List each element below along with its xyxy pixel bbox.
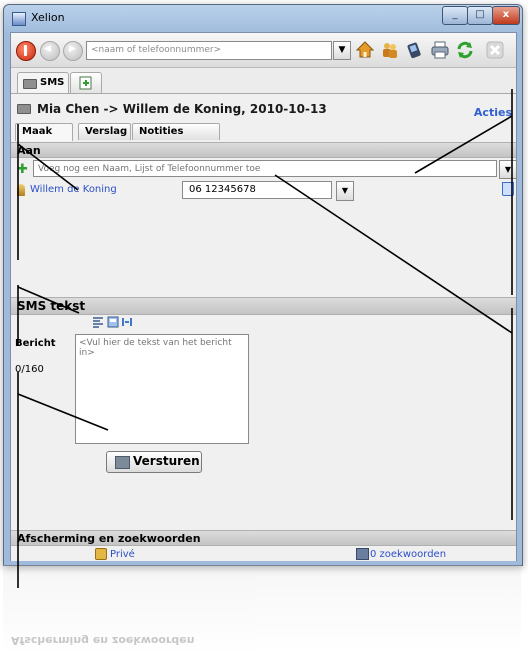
tab-notities[interactable]: Notities xyxy=(132,123,220,140)
client-area: ▼ xyxy=(10,32,517,561)
add-recipient-icon[interactable]: ✚ xyxy=(17,162,28,177)
recipient-dropdown-button[interactable]: ▼ xyxy=(499,160,517,179)
sms-phone-icon xyxy=(23,79,37,89)
main-tabs: SMS xyxy=(11,68,516,93)
remove-recipient-icon[interactable] xyxy=(502,182,514,196)
window-title: Xelion xyxy=(31,11,65,24)
back-icon[interactable] xyxy=(40,41,60,61)
lock-icon xyxy=(95,548,107,560)
app-icon xyxy=(12,12,26,26)
forward-icon[interactable] xyxy=(63,41,83,61)
tab-sms-label: SMS xyxy=(40,77,65,88)
template-icon[interactable] xyxy=(107,316,119,328)
afscherming-section-header: Afscherming en zoekwoorden xyxy=(11,530,516,546)
acties-link[interactable]: Acties xyxy=(474,106,512,119)
search-input[interactable] xyxy=(87,42,325,58)
contacts-icon[interactable] xyxy=(381,41,399,59)
refresh-icon[interactable] xyxy=(456,41,474,59)
application-window: Xelion _ □ x ▼ xyxy=(3,4,523,566)
tab-new[interactable] xyxy=(70,72,102,93)
sms-panel: Mia Chen -> Willem de Koning, 2010-10-13… xyxy=(11,93,517,561)
toolbar: ▼ xyxy=(11,33,516,68)
close-window-button[interactable]: x xyxy=(492,6,520,25)
sms-header-icon xyxy=(17,104,31,114)
window-reflection: Afscherming en zoekwoorden xyxy=(3,565,521,653)
home-icon[interactable] xyxy=(356,41,374,59)
contact-link[interactable]: Willem de Koning xyxy=(30,184,117,195)
phone-icon[interactable] xyxy=(406,41,424,59)
print-icon[interactable] xyxy=(431,41,449,59)
minimize-button[interactable]: _ xyxy=(442,6,468,25)
tab-sms[interactable]: SMS xyxy=(17,72,69,93)
search-box[interactable] xyxy=(86,41,332,60)
align-icon[interactable] xyxy=(92,316,104,328)
search-dropdown-button[interactable]: ▼ xyxy=(333,41,351,60)
tab-verslag[interactable]: Verslag xyxy=(78,123,131,140)
prive-link[interactable]: Privé xyxy=(110,549,135,560)
phone-number-select[interactable]: 06 12345678 xyxy=(182,181,332,199)
keywords-link[interactable]: 0 zoekwoorden xyxy=(370,549,446,560)
title-bar[interactable]: Xelion _ □ x xyxy=(4,5,522,31)
insert-field-icon[interactable] xyxy=(121,316,133,328)
recipient-input[interactable] xyxy=(33,160,497,177)
sms-text-section-header: SMS tekst xyxy=(11,297,516,315)
send-button-label: Versturen xyxy=(133,454,200,468)
bericht-label: Bericht xyxy=(15,338,56,349)
phone-number-dropdown-button[interactable]: ▼ xyxy=(336,181,354,201)
send-button[interactable]: Versturen xyxy=(106,451,202,473)
aan-section-header: Aan xyxy=(11,142,516,158)
maximize-button[interactable]: □ xyxy=(467,6,493,25)
stop-icon[interactable] xyxy=(16,41,36,61)
keywords-icon xyxy=(356,548,369,560)
reflection-text: Afscherming en zoekwoorden xyxy=(11,634,195,647)
character-counter: 0/160 xyxy=(15,364,44,375)
page-title: Mia Chen -> Willem de Koning, 2010-10-13 xyxy=(37,102,327,116)
close-icon[interactable] xyxy=(486,41,504,59)
message-textarea[interactable] xyxy=(75,334,249,444)
send-icon xyxy=(115,456,130,469)
contact-person-icon xyxy=(17,184,25,196)
tab-maak[interactable]: Maak xyxy=(15,123,73,141)
new-item-icon xyxy=(79,76,92,90)
